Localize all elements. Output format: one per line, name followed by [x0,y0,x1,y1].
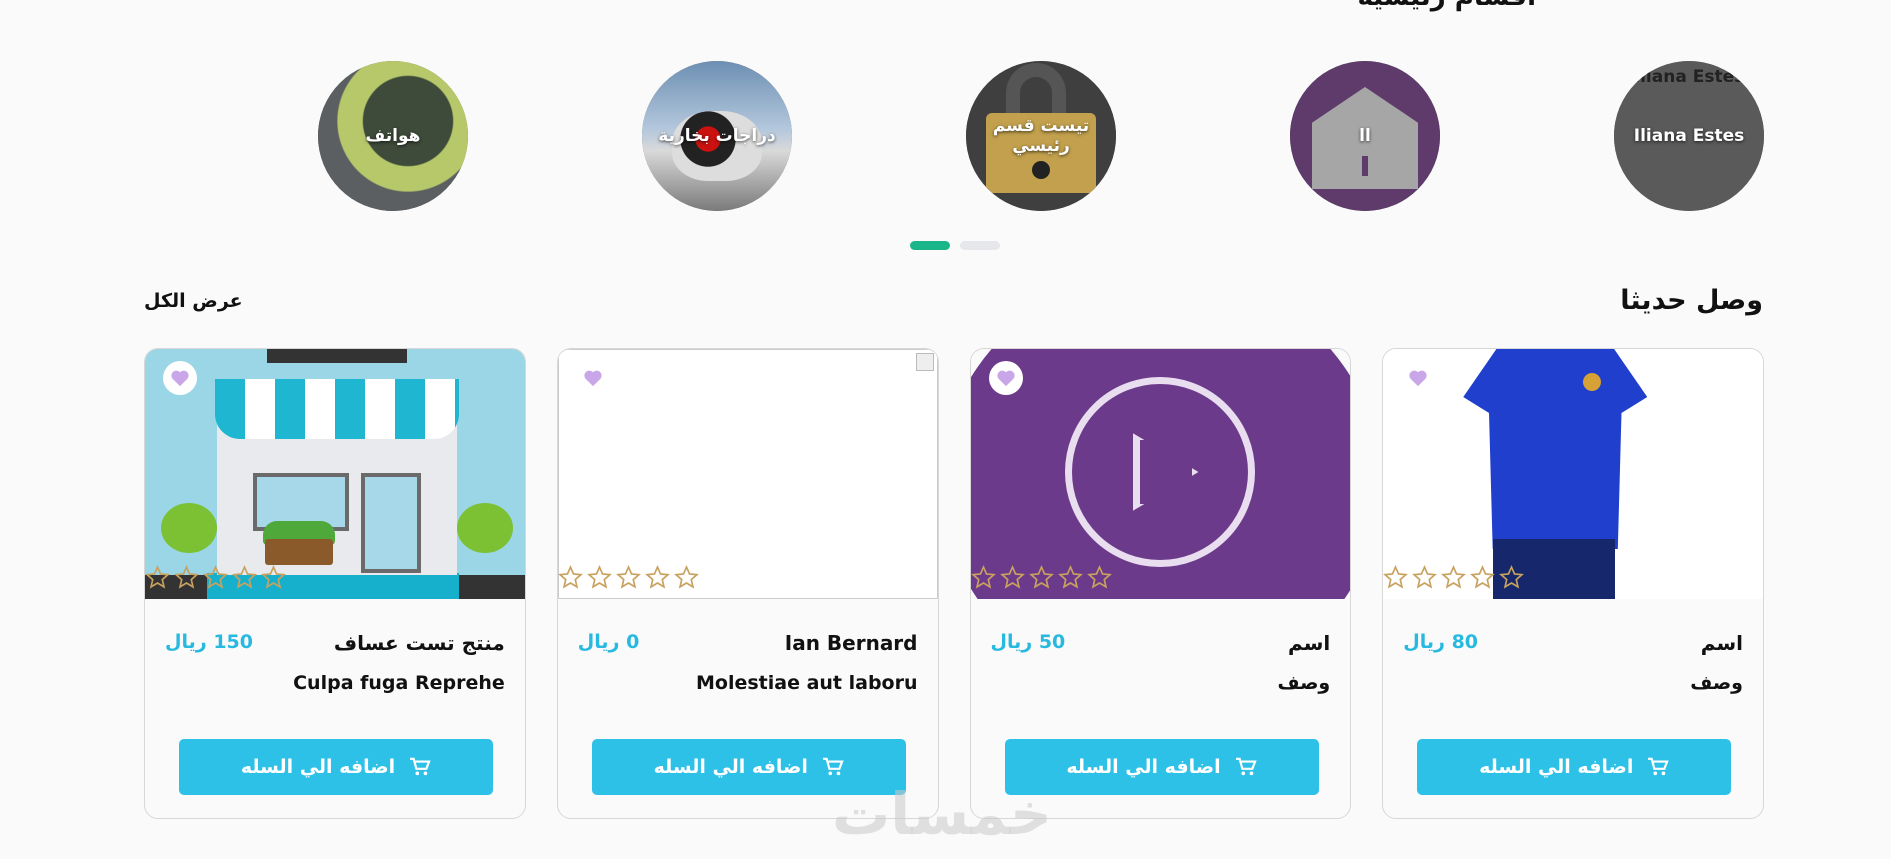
category-phones[interactable]: هواتف [318,61,468,211]
category-test[interactable]: تيست قسم رئيسي [966,61,1116,211]
categories-title: أقسام رئيسية [1358,0,1536,12]
broken-image [557,349,938,599]
store-sign [267,349,407,363]
add-to-cart-label: اضافه الي السله [653,756,808,778]
star-icon[interactable] [174,565,199,590]
planter [265,539,333,565]
product-description: وصف [1277,672,1331,694]
star-icon[interactable] [1028,565,1054,590]
product-description: Culpa fuga Reprehe [293,672,505,694]
product-list: منتج تست عساف 150 ريال Culpa fuga Repreh… [144,348,1764,819]
star-icon[interactable] [232,565,257,590]
cart-icon [1648,757,1670,776]
category-label: تيست قسم رئيسي [992,116,1090,156]
add-to-cart-label: اضافه الي السله [1479,756,1634,778]
product-description: Molestiae aut laboru [695,672,918,694]
wishlist-heart-icon[interactable] [163,361,197,395]
product-price: 0 ريال [577,631,640,653]
page: أقسام رئيسية هواتف دراجات بخارية تيست قس… [0,0,1891,859]
star-icon[interactable] [1383,565,1409,590]
star-icon[interactable] [673,565,699,590]
add-to-cart-button[interactable]: اضافه الي السله [179,739,493,795]
product-name: منتج تست عساف [333,631,505,655]
category-motorbikes[interactable]: دراجات بخارية [642,61,792,211]
carousel-dot-1[interactable] [910,241,950,250]
carousel-dot-2[interactable] [960,241,1000,250]
product-description: وصف [1690,672,1743,694]
product-card[interactable]: اسم 50 ريال وصف اضافه الي السله [969,348,1352,819]
product-name: Ian Bernard [784,631,918,655]
add-to-cart-label: اضافه الي السله [1066,756,1221,778]
category-label: ll [1359,126,1371,146]
product-card[interactable]: منتج تست عساف 150 ريال Culpa fuga Repreh… [144,348,526,819]
tree [161,503,217,553]
broken-image-icon [915,353,934,371]
star-icon[interactable] [999,565,1025,590]
product-card[interactable]: اسم 80 ريال وصف اضافه الي السله [1382,348,1764,819]
star-icon[interactable] [1057,565,1083,590]
cart-icon [410,757,431,776]
rating-stars [970,565,1351,590]
cart-icon [822,757,844,776]
product-price: 50 ريال [990,631,1066,653]
tree [457,503,513,553]
category-iliana-estes[interactable]: Iliana Estes Iliana Estes [1614,61,1764,211]
play-image [970,349,1351,599]
category-label: هواتف [365,126,421,146]
star-icon[interactable] [644,565,670,590]
carousel-pagination [910,241,1000,250]
star-icon[interactable] [1470,565,1496,590]
cart-icon [1235,757,1257,776]
wishlist-heart-icon[interactable] [575,361,610,395]
rating-stars [1383,565,1763,590]
add-to-cart-label: اضافه الي السله [240,756,396,778]
store-awning [215,379,459,439]
star-icon[interactable] [145,565,170,590]
star-icon[interactable] [970,565,996,590]
watermark: خمسات [832,780,1052,848]
star-icon[interactable] [1441,565,1467,590]
category-label: دراجات بخارية [658,126,776,146]
new-arrivals-title: وصل حديثا [1620,285,1763,316]
star-icon[interactable] [203,565,228,590]
store-image [145,349,525,599]
product-name: اسم [1700,631,1743,655]
category-label: Iliana Estes [1633,126,1745,146]
product-name: اسم [1288,631,1331,655]
star-icon[interactable] [1086,565,1112,590]
shirt-image [1383,349,1763,599]
jersey [1463,349,1648,549]
star-icon[interactable] [1412,565,1438,590]
star-icon[interactable] [615,565,641,590]
wishlist-heart-icon[interactable] [988,361,1023,395]
star-icon[interactable] [557,565,583,590]
rating-stars [145,565,525,590]
store-door [361,473,421,573]
product-price: 150 ريال [165,631,253,653]
star-icon[interactable] [1499,565,1525,590]
add-to-cart-button[interactable]: اضافه الي السله [1417,739,1732,795]
product-price: 80 ريال [1403,631,1479,653]
star-icon[interactable] [586,565,612,590]
categories-carousel: هواتف دراجات بخارية تيست قسم رئيسي ll Il… [318,61,1764,211]
star-icon[interactable] [261,565,286,590]
category-home[interactable]: ll [1290,61,1440,211]
view-all-link[interactable]: عرض الكل [144,290,243,312]
rating-stars [557,565,938,590]
wishlist-heart-icon[interactable] [1401,361,1436,395]
product-card[interactable]: Ian Bernard 0 ريال Molestiae aut laboru … [556,348,939,819]
